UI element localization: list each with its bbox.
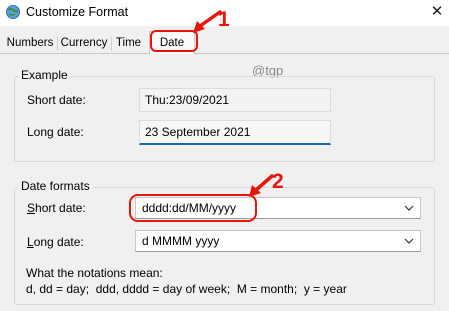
close-button[interactable]: ✕: [425, 0, 449, 26]
short-date-format-highlight: [129, 194, 257, 222]
callout-number-2: 2: [272, 170, 284, 193]
tab-numbers[interactable]: Numbers: [4, 34, 56, 53]
short-date-label: Short date:: [27, 201, 86, 215]
long-date-format-value: d MMMM yyyy: [142, 234, 220, 248]
example-long-date-label: Long date:: [27, 125, 84, 139]
globe-icon: [6, 5, 20, 19]
tab-strip-divider: [0, 53, 449, 54]
date-formats-group-title: Date formats: [18, 179, 93, 193]
example-group-title: Example: [18, 68, 71, 82]
short-date-mnemonic: S: [27, 201, 36, 215]
example-short-date-label: Short date:: [27, 93, 86, 107]
tab-currency[interactable]: Currency: [58, 34, 110, 53]
chevron-down-icon: [404, 238, 414, 244]
notation-title: What the notations mean:: [26, 266, 163, 280]
window-title: Customize Format: [26, 5, 129, 19]
notation-text: d, dd = day; ddd, dddd = day of week; M …: [26, 282, 347, 296]
tab-time[interactable]: Time: [112, 34, 145, 53]
long-date-mnemonic: L: [27, 235, 34, 249]
long-date-label-rest: ong date:: [33, 235, 84, 249]
callout-number-1: 1: [218, 8, 230, 31]
example-long-date-value: 23 September 2021: [139, 120, 331, 145]
example-short-date-value: Thu:23/09/2021: [139, 88, 331, 112]
long-date-label: Long date:: [27, 235, 84, 249]
short-date-label-rest: hort date:: [35, 201, 86, 215]
close-icon: ✕: [430, 3, 444, 20]
chevron-down-icon: [404, 205, 414, 211]
long-date-format-combo[interactable]: d MMMM yyyy: [135, 230, 421, 252]
